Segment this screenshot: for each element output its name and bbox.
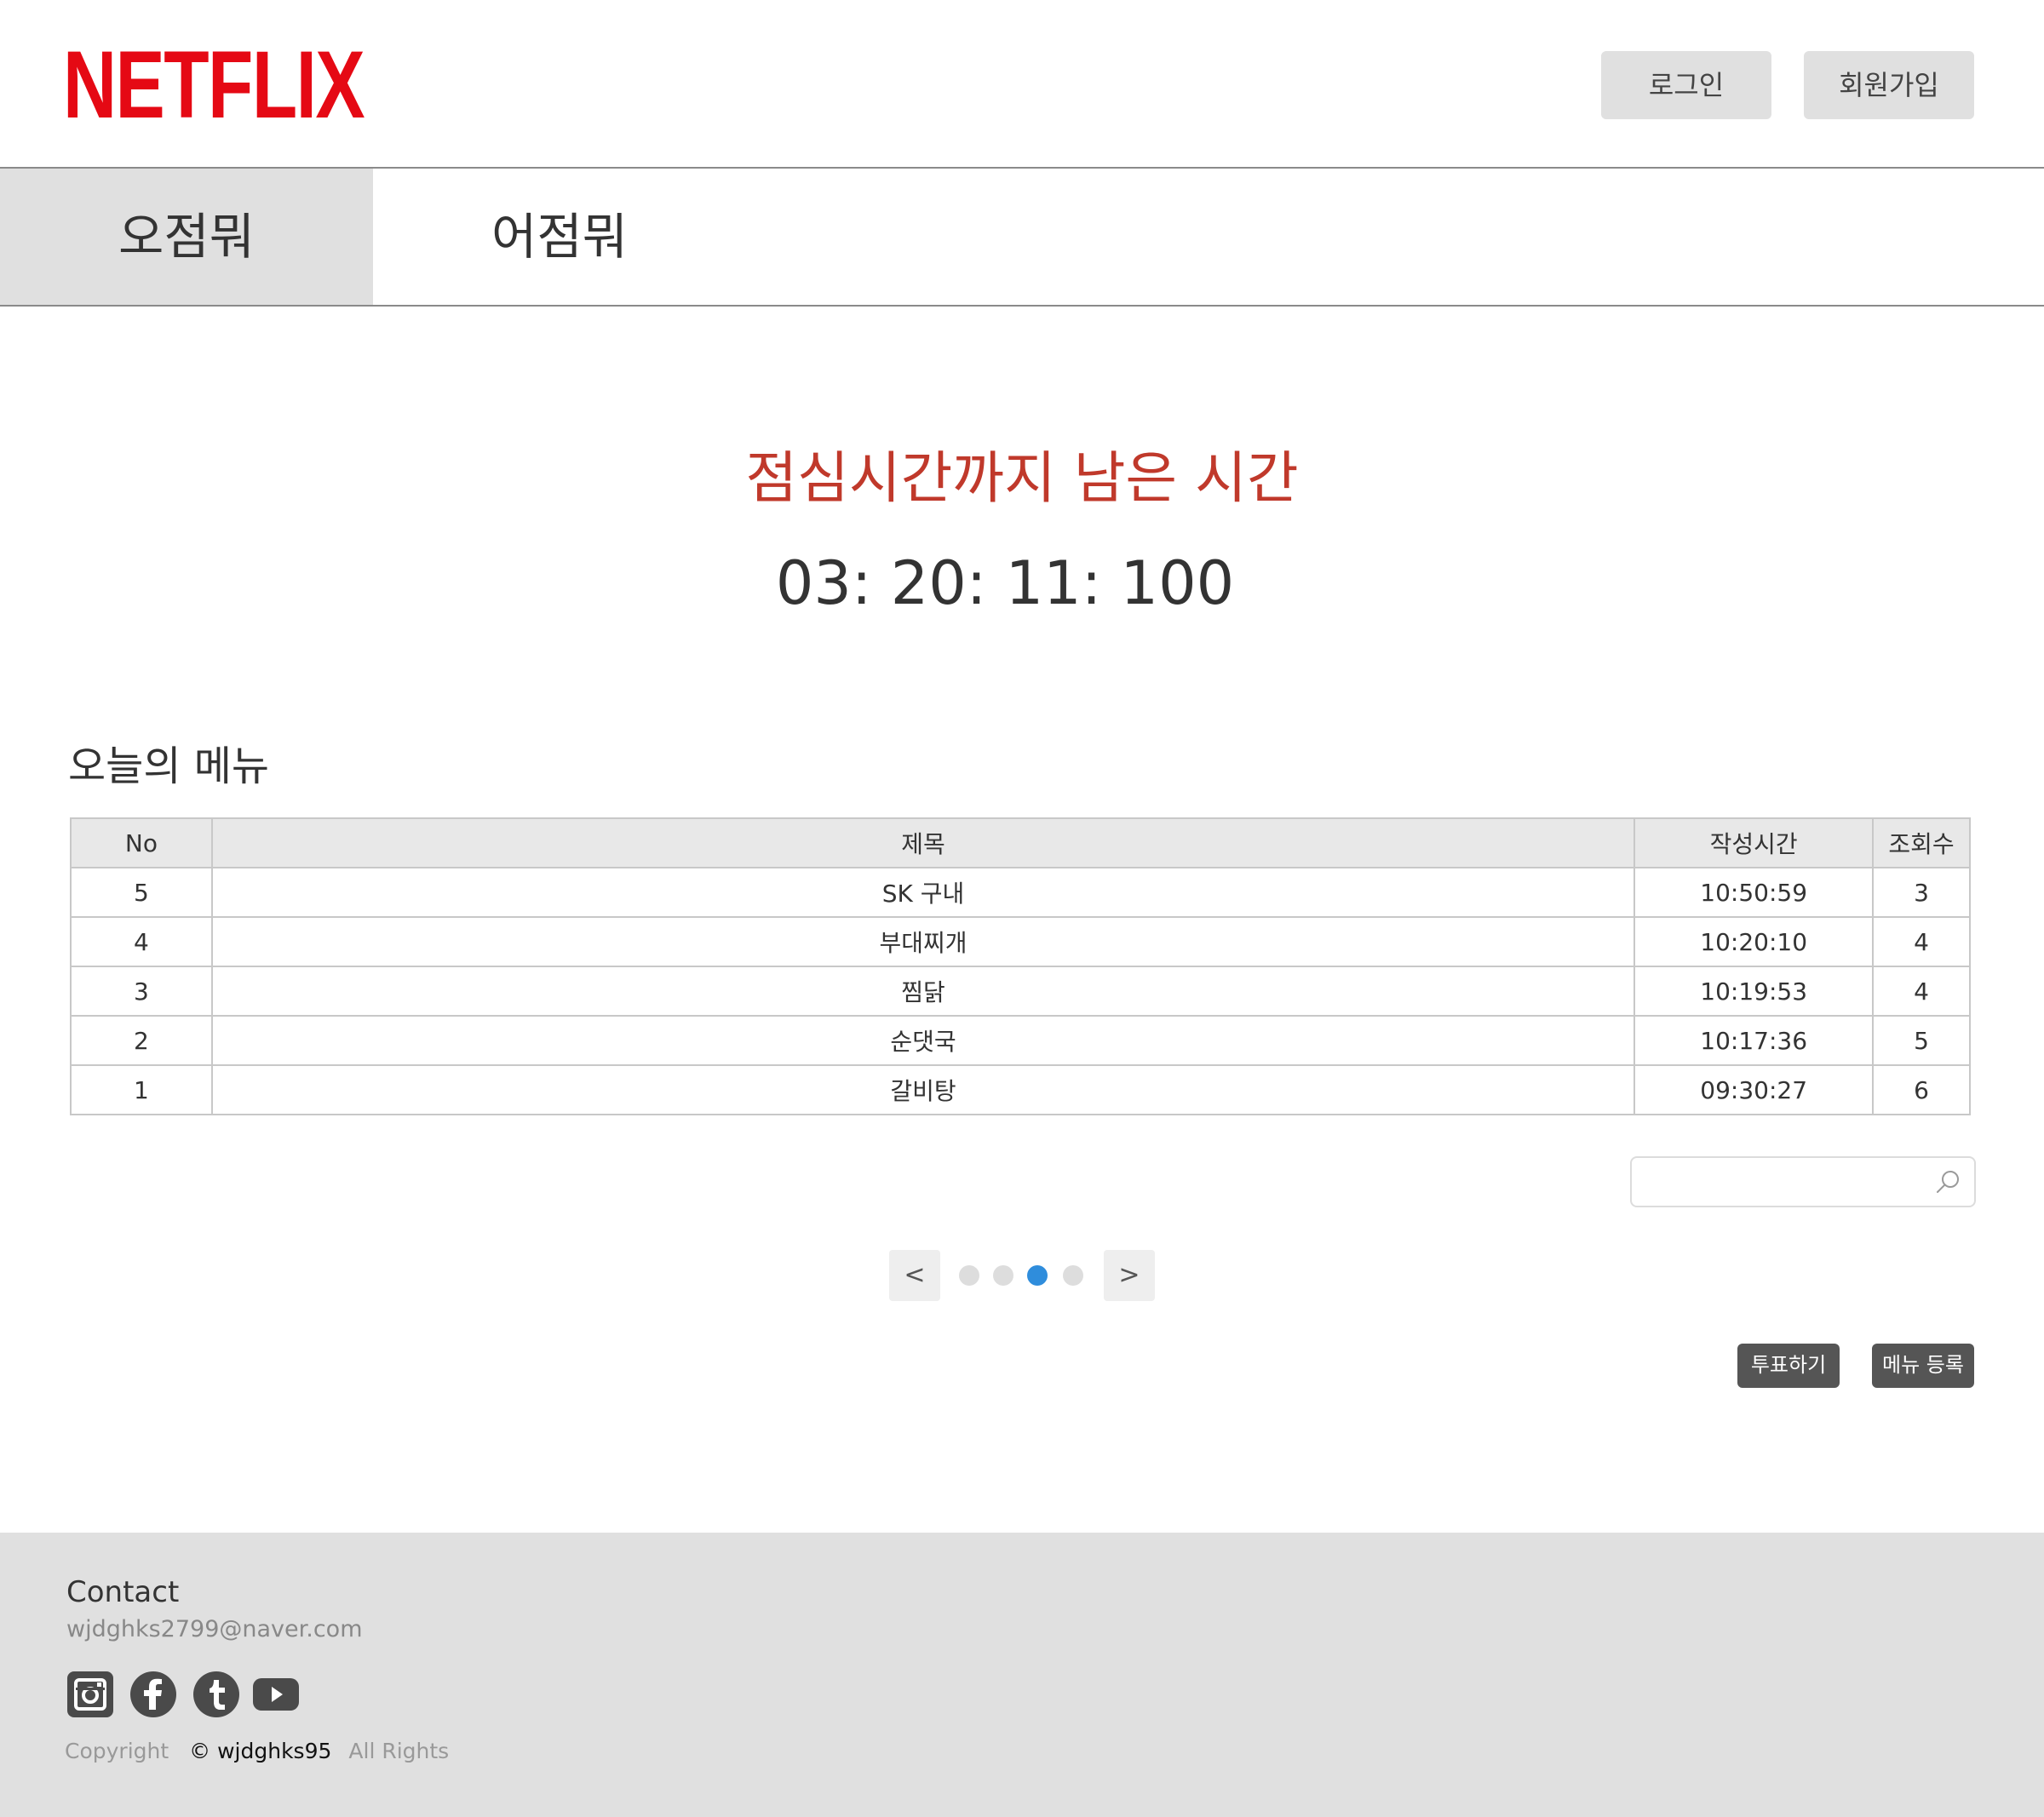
site-header: NETFLIX 로그인 회원가입	[0, 0, 2044, 169]
table-row[interactable]: 3 찜닭 10:19:53 4	[70, 966, 1971, 1017]
cell-title[interactable]: 순댓국	[210, 1015, 1636, 1066]
cell-title[interactable]: 갈비탕	[210, 1064, 1636, 1115]
cell-no: 1	[70, 1064, 213, 1115]
contact-label: Contact	[66, 1575, 180, 1609]
page-dot-4[interactable]	[1063, 1265, 1083, 1286]
cell-title[interactable]: 부대찌개	[210, 916, 1636, 967]
cell-views: 3	[1872, 867, 1971, 918]
cell-time: 10:50:59	[1633, 867, 1875, 918]
tumblr-icon[interactable]	[192, 1671, 240, 1718]
facebook-icon[interactable]	[129, 1671, 177, 1718]
table-row[interactable]: 1 갈비탕 09:30:27 6	[70, 1064, 1971, 1115]
copyright-label: Copyright	[65, 1739, 169, 1763]
cell-time: 10:19:53	[1633, 966, 1875, 1017]
cell-no: 2	[70, 1015, 213, 1066]
column-header-views[interactable]: 조회수	[1872, 817, 1971, 868]
search-input[interactable]	[1640, 1163, 1921, 1201]
cell-title[interactable]: SK 구내	[210, 867, 1636, 918]
cell-views: 4	[1872, 966, 1971, 1017]
copyright-line: Copyright © wjdghks95 All Rights	[65, 1739, 449, 1763]
column-header-title[interactable]: 제목	[210, 817, 1636, 868]
rights-label: All Rights	[348, 1739, 450, 1763]
countdown-timer: 03: 20: 11: 100	[775, 548, 1235, 618]
instagram-icon[interactable]	[66, 1671, 114, 1718]
search-box	[1630, 1156, 1976, 1207]
cell-no: 3	[70, 966, 213, 1017]
column-header-time[interactable]: 작성시간	[1633, 817, 1875, 868]
menu-table: No 제목 작성시간 조회수 5 SK 구내 10:50:59 3 4 부대찌개…	[70, 817, 1971, 1115]
tab-lunch-yesterday[interactable]: 어점뭐	[373, 169, 746, 305]
cell-time: 10:17:36	[1633, 1015, 1875, 1066]
netflix-logo[interactable]: NETFLIX	[63, 37, 365, 133]
next-page-button[interactable]: >	[1104, 1250, 1155, 1301]
login-button[interactable]: 로그인	[1601, 51, 1771, 119]
search-icon[interactable]	[1933, 1168, 1962, 1197]
cell-no: 4	[70, 916, 213, 967]
page-dot-2[interactable]	[993, 1265, 1013, 1286]
menu-heading: 오늘의 메뉴	[68, 742, 270, 790]
table-header-row: No 제목 작성시간 조회수	[70, 817, 1971, 868]
column-header-no[interactable]: No	[70, 817, 213, 868]
cell-views: 6	[1872, 1064, 1971, 1115]
signup-button[interactable]: 회원가입	[1804, 51, 1974, 119]
page-dot-3[interactable]	[1027, 1265, 1048, 1286]
tab-bar: 오점뭐 어점뭐	[0, 169, 2044, 307]
register-menu-button[interactable]: 메뉴 등록	[1872, 1344, 1974, 1388]
cell-time: 10:20:10	[1633, 916, 1875, 967]
table-row[interactable]: 5 SK 구내 10:50:59 3	[70, 867, 1971, 918]
contact-email[interactable]: wjdghks2799@naver.com	[66, 1616, 363, 1642]
table-row[interactable]: 4 부대찌개 10:20:10 4	[70, 916, 1971, 967]
vote-button[interactable]: 투표하기	[1737, 1344, 1840, 1388]
cell-time: 09:30:27	[1633, 1064, 1875, 1115]
copyright-holder: © wjdghks95	[189, 1739, 332, 1763]
youtube-icon[interactable]	[252, 1671, 300, 1718]
page-dot-1[interactable]	[959, 1265, 979, 1286]
cell-views: 5	[1872, 1015, 1971, 1066]
prev-page-button[interactable]: <	[889, 1250, 940, 1301]
cell-title[interactable]: 찜닭	[210, 966, 1636, 1017]
cell-no: 5	[70, 867, 213, 918]
countdown-title: 점심시간까지 남은 시간	[745, 445, 1299, 511]
table-row[interactable]: 2 순댓국 10:17:36 5	[70, 1015, 1971, 1066]
cell-views: 4	[1872, 916, 1971, 967]
tab-lunch-today[interactable]: 오점뭐	[0, 169, 373, 305]
site-footer: Contact wjdghks2799@naver.com Copyright ©…	[0, 1533, 2044, 1817]
